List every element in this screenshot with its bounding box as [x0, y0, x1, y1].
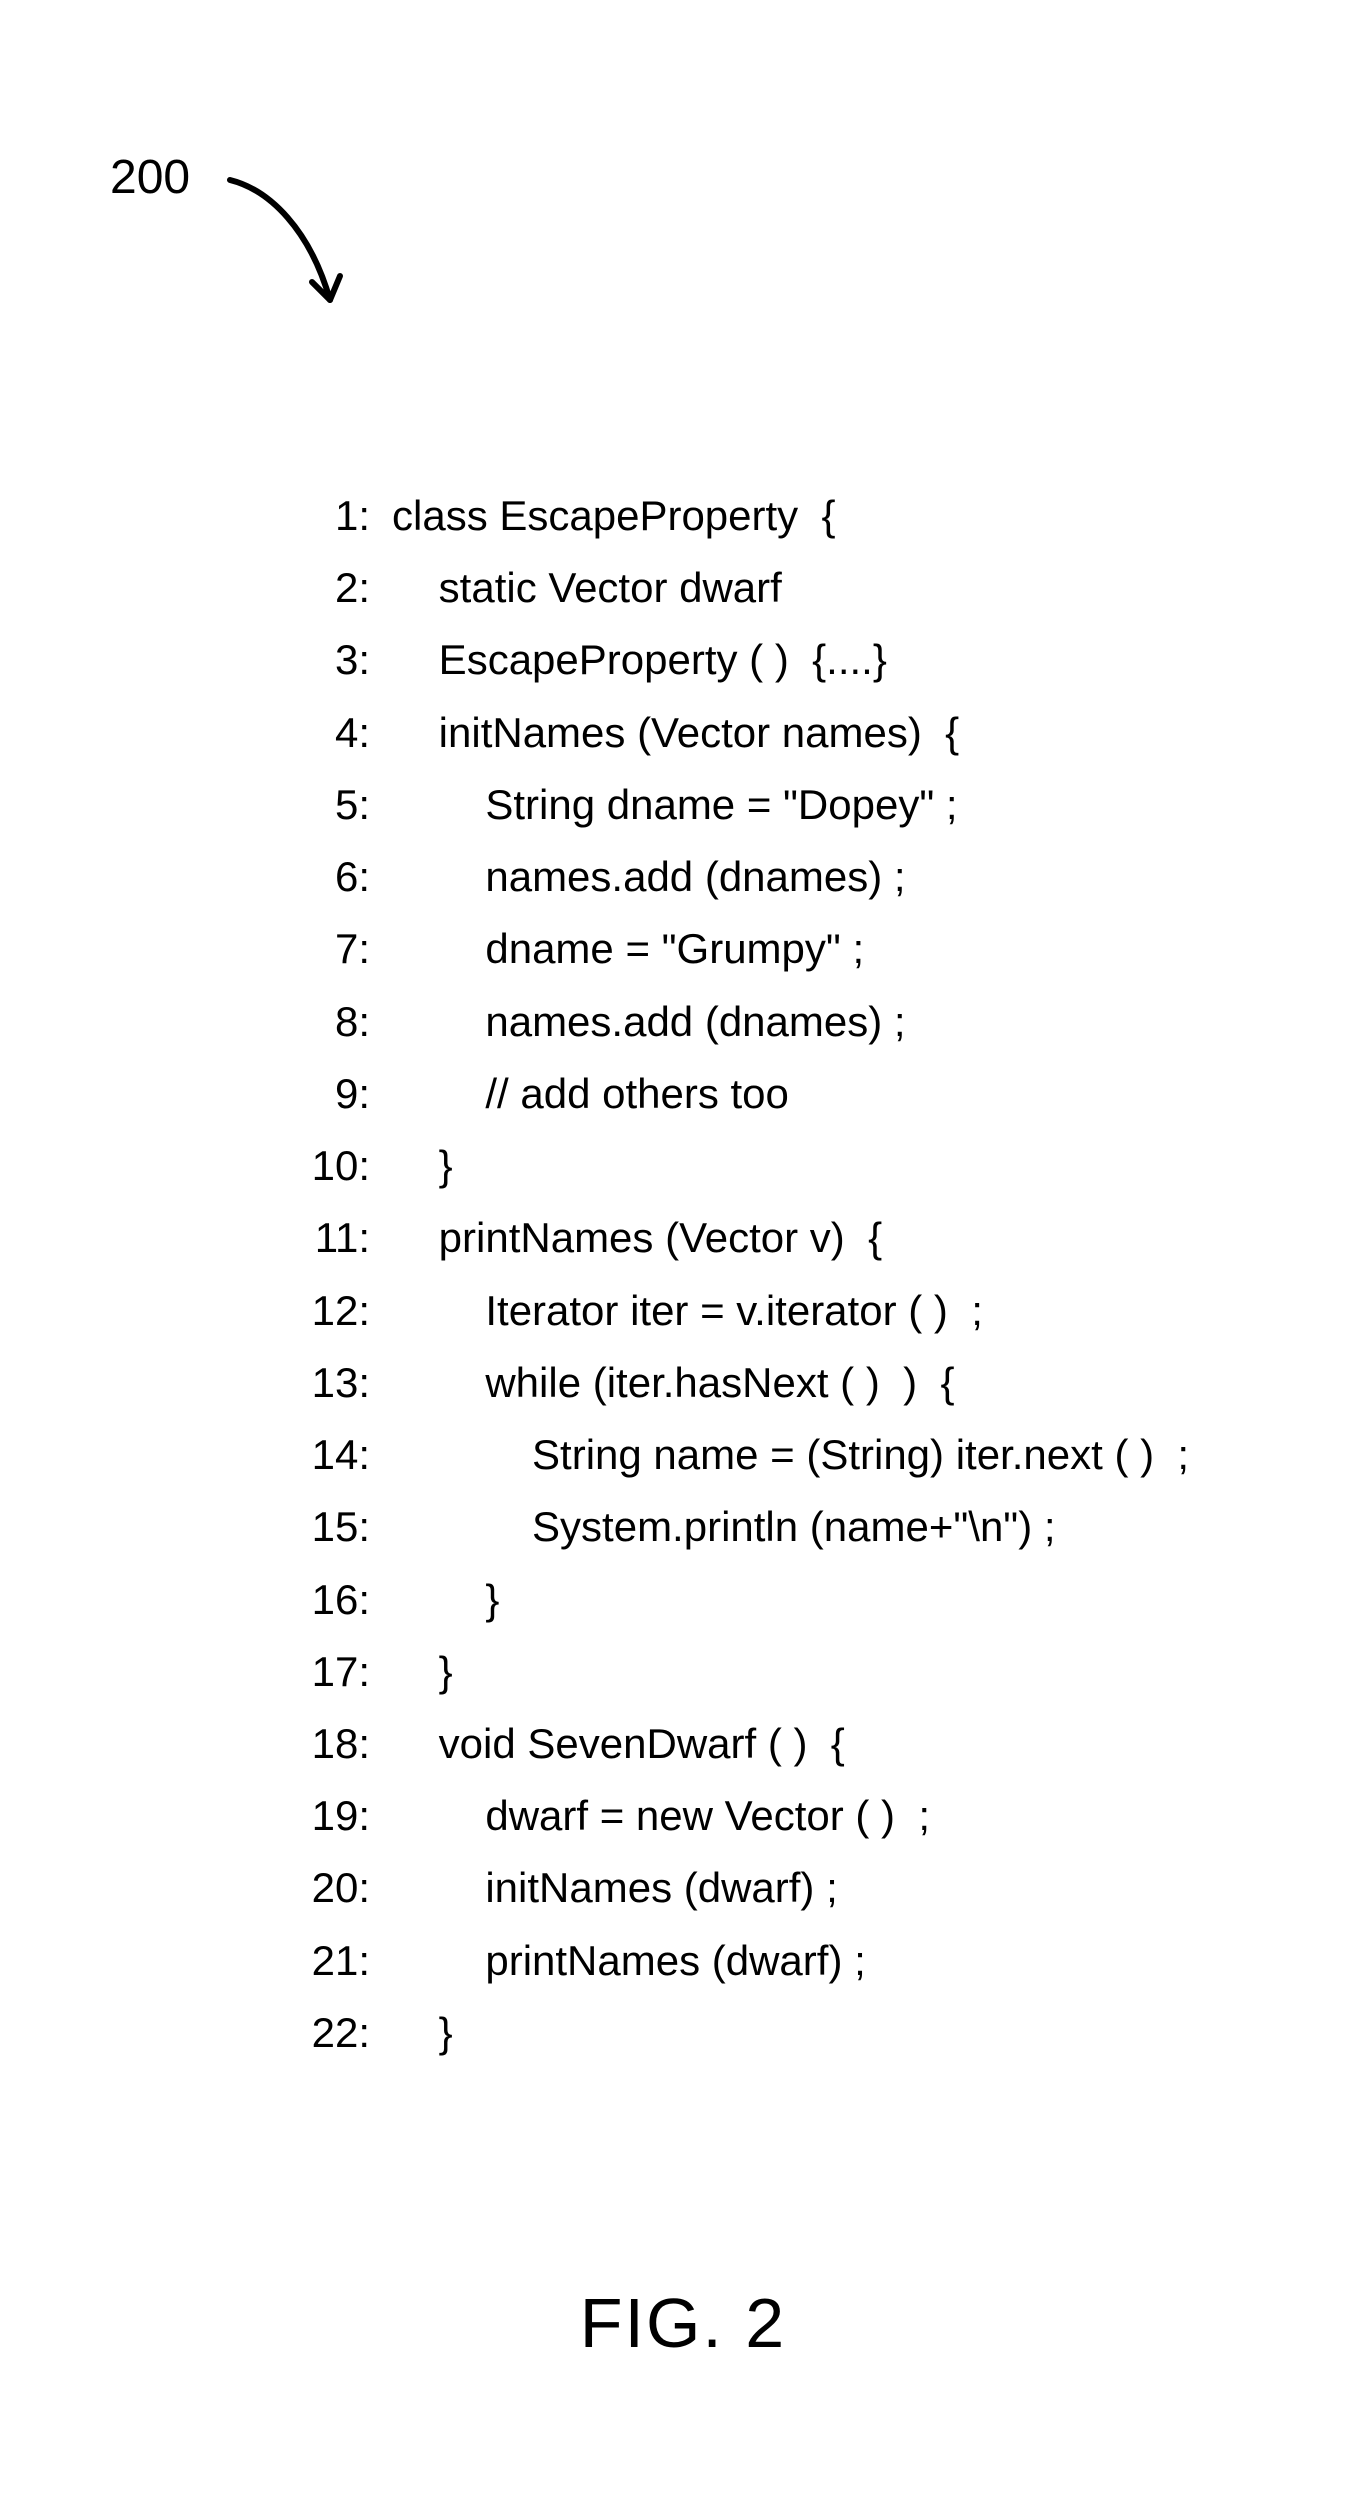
code-line: 5: String dname = "Dopey" ; — [280, 769, 1189, 841]
code-text: String name = (String) iter.next ( ) ; — [392, 1419, 1189, 1491]
code-text: dwarf = new Vector ( ) ; — [392, 1780, 930, 1852]
line-number: 4: — [280, 697, 392, 769]
code-line: 6: names.add (dnames) ; — [280, 841, 1189, 913]
code-line: 15: System.println (name+"\n") ; — [280, 1491, 1189, 1563]
code-text: // add others too — [392, 1058, 789, 1130]
figure-caption: FIG. 2 — [0, 2283, 1366, 2363]
code-text: while (iter.hasNext ( ) ) { — [392, 1347, 955, 1419]
code-line: 7: dname = "Grumpy" ; — [280, 913, 1189, 985]
code-line: 14: String name = (String) iter.next ( )… — [280, 1419, 1189, 1491]
code-line: 21: printNames (dwarf) ; — [280, 1925, 1189, 1997]
code-text: System.println (name+"\n") ; — [392, 1491, 1056, 1563]
code-text: static Vector dwarf — [392, 552, 782, 624]
code-line: 11: printNames (Vector v) { — [280, 1202, 1189, 1274]
line-number: 21: — [280, 1925, 392, 1997]
code-line: 3: EscapeProperty ( ) {....} — [280, 624, 1189, 696]
code-text: void SevenDwarf ( ) { — [392, 1708, 845, 1780]
code-text: EscapeProperty ( ) {....} — [392, 624, 887, 696]
code-text: Iterator iter = v.iterator ( ) ; — [392, 1275, 983, 1347]
line-number: 11: — [280, 1202, 392, 1274]
code-line: 4: initNames (Vector names) { — [280, 697, 1189, 769]
code-text: printNames (Vector v) { — [392, 1202, 882, 1274]
code-text: } — [392, 1997, 453, 2069]
line-number: 2: — [280, 552, 392, 624]
line-number: 10: — [280, 1130, 392, 1202]
line-number: 5: — [280, 769, 392, 841]
code-line: 20: initNames (dwarf) ; — [280, 1852, 1189, 1924]
line-number: 15: — [280, 1491, 392, 1563]
code-listing: 1:class EscapeProperty {2: static Vector… — [280, 480, 1189, 2069]
code-line: 10: } — [280, 1130, 1189, 1202]
code-text: names.add (dnames) ; — [392, 986, 906, 1058]
code-line: 19: dwarf = new Vector ( ) ; — [280, 1780, 1189, 1852]
line-number: 17: — [280, 1636, 392, 1708]
code-text: names.add (dnames) ; — [392, 841, 906, 913]
code-line: 13: while (iter.hasNext ( ) ) { — [280, 1347, 1189, 1419]
code-text: } — [392, 1636, 453, 1708]
code-line: 22: } — [280, 1997, 1189, 2069]
code-text: String dname = "Dopey" ; — [392, 769, 958, 841]
code-line: 18: void SevenDwarf ( ) { — [280, 1708, 1189, 1780]
line-number: 6: — [280, 841, 392, 913]
code-text: initNames (Vector names) { — [392, 697, 959, 769]
line-number: 1: — [280, 480, 392, 552]
code-text: dname = "Grumpy" ; — [392, 913, 864, 985]
code-line: 1:class EscapeProperty { — [280, 480, 1189, 552]
line-number: 13: — [280, 1347, 392, 1419]
code-line: 17: } — [280, 1636, 1189, 1708]
line-number: 22: — [280, 1997, 392, 2069]
page: 200 1:class EscapeProperty {2: static Ve… — [0, 0, 1366, 2513]
code-line: 2: static Vector dwarf — [280, 552, 1189, 624]
line-number: 3: — [280, 624, 392, 696]
line-number: 12: — [280, 1275, 392, 1347]
line-number: 18: — [280, 1708, 392, 1780]
code-text: class EscapeProperty { — [392, 480, 836, 552]
line-number: 9: — [280, 1058, 392, 1130]
line-number: 16: — [280, 1564, 392, 1636]
line-number: 8: — [280, 986, 392, 1058]
lead-arrow-icon — [220, 170, 360, 330]
code-line: 16: } — [280, 1564, 1189, 1636]
code-line: 12: Iterator iter = v.iterator ( ) ; — [280, 1275, 1189, 1347]
line-number: 20: — [280, 1852, 392, 1924]
code-text: } — [392, 1564, 499, 1636]
line-number: 14: — [280, 1419, 392, 1491]
line-number: 7: — [280, 913, 392, 985]
code-text: printNames (dwarf) ; — [392, 1925, 866, 1997]
line-number: 19: — [280, 1780, 392, 1852]
code-text: initNames (dwarf) ; — [392, 1852, 838, 1924]
code-text: } — [392, 1130, 453, 1202]
code-line: 8: names.add (dnames) ; — [280, 986, 1189, 1058]
reference-numeral: 200 — [110, 150, 190, 205]
code-line: 9: // add others too — [280, 1058, 1189, 1130]
